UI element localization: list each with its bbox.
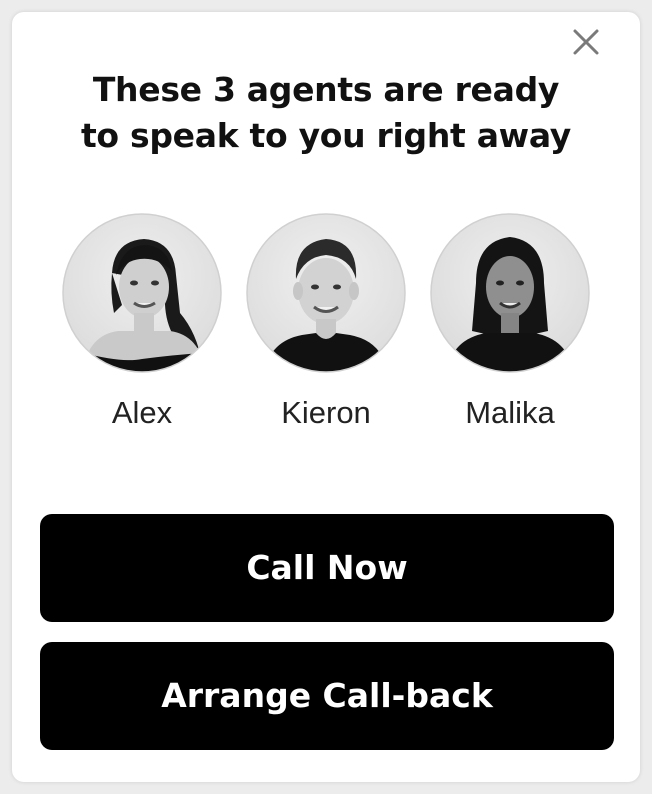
dialog-title: These 3 agents are ready to speak to you… (0, 67, 652, 159)
close-button[interactable] (571, 27, 601, 57)
close-icon[interactable] (571, 27, 601, 57)
agent-card-alex: Alex (52, 213, 232, 431)
dialog-title-line-1: These 3 agents are ready (92, 70, 560, 109)
agent-name-kieron: Kieron (281, 395, 371, 430)
call-now-button[interactable]: Call Now (40, 514, 614, 622)
agent-avatar-malika (430, 213, 590, 373)
agent-card-malika: Malika (420, 213, 600, 431)
agent-name-malika: Malika (465, 395, 555, 430)
agent-name-alex: Alex (111, 395, 173, 430)
arrange-callback-button[interactable]: Arrange Call-back (40, 642, 614, 750)
agent-list: Alex Kieron Malika (0, 213, 652, 443)
agent-avatar-alex (62, 213, 222, 373)
agent-card-kieron: Kieron (236, 213, 416, 431)
dialog-title-line-2: to speak to you right away (80, 116, 572, 155)
agent-avatar-kieron (246, 213, 406, 373)
